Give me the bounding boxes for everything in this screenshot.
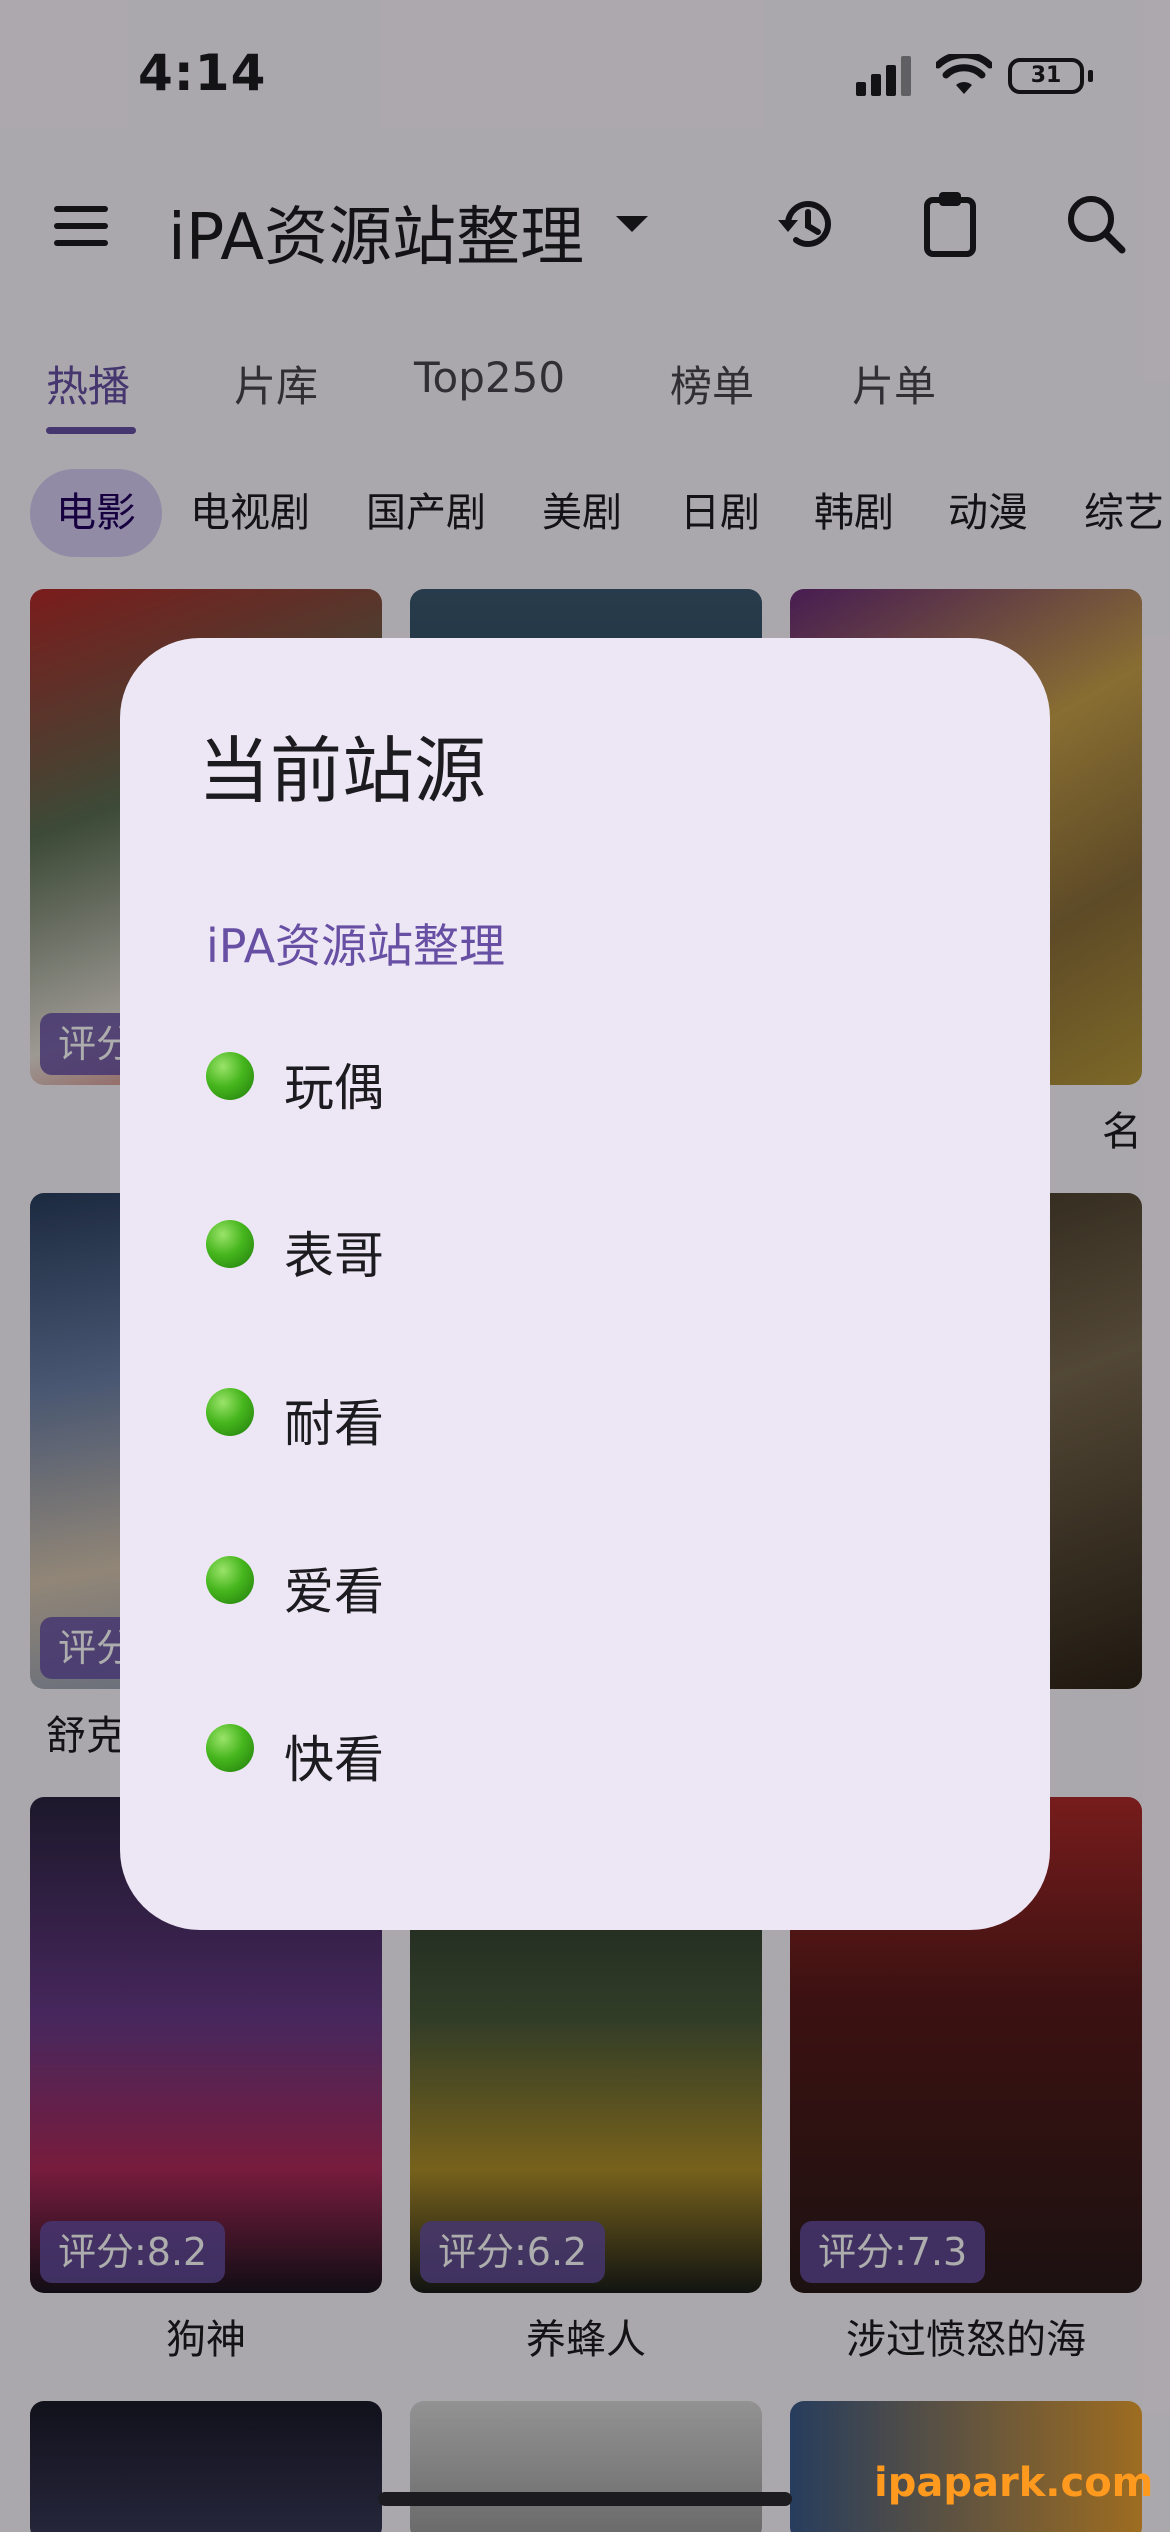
source-item[interactable]: 快看 <box>206 1694 986 1804</box>
source-dialog: 当前站源 iPA资源站整理 玩偶 表哥 耐看 爱看 快看 <box>120 638 1050 1930</box>
status-dot-icon <box>206 1052 254 1100</box>
source-label: 快看 <box>284 1731 384 1789</box>
source-label: 爱看 <box>284 1563 384 1621</box>
source-item[interactable]: 玩偶 <box>206 1022 986 1132</box>
status-dot-icon <box>206 1556 254 1604</box>
source-item[interactable]: 爱看 <box>206 1526 986 1636</box>
status-dot-icon <box>206 1724 254 1772</box>
home-indicator[interactable] <box>378 2492 792 2506</box>
source-item[interactable]: 耐看 <box>206 1358 986 1468</box>
status-dot-icon <box>206 1220 254 1268</box>
source-label: 玩偶 <box>284 1059 384 1117</box>
source-item[interactable]: 表哥 <box>206 1190 986 1300</box>
source-label: 耐看 <box>284 1395 384 1453</box>
watermark: ipapark.com <box>874 2460 1154 2506</box>
dialog-title: 当前站源 <box>198 729 487 813</box>
source-label: 表哥 <box>284 1227 384 1285</box>
current-source-option[interactable]: iPA资源站整理 <box>206 910 505 976</box>
status-dot-icon <box>206 1388 254 1436</box>
